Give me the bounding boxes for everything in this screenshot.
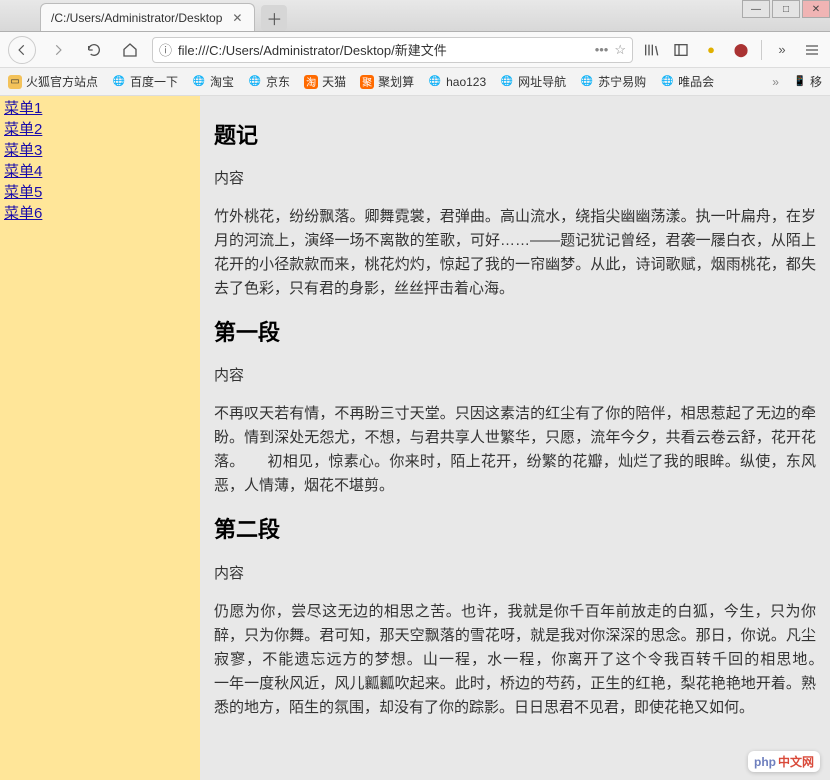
- bookmark-label: 京东: [266, 73, 290, 90]
- bookmarks-overflow-icon[interactable]: »: [772, 75, 779, 89]
- page-viewport: 菜单1 菜单2 菜单3 菜单4 菜单5 菜单6 题记 内容 竹外桃花，纷纷飘落。…: [0, 96, 830, 780]
- tab-title: /C:/Users/Administrator/Desktop: [51, 11, 222, 25]
- bookmark-item[interactable]: 🌐 唯品会: [660, 73, 714, 90]
- close-window-button[interactable]: ✕: [802, 0, 830, 18]
- overflow-icon[interactable]: »: [772, 40, 792, 60]
- bookmarks-bar: ▭ 火狐官方站点 🌐 百度一下 🌐 淘宝 🌐 京东 淘 天猫 聚 聚划算 🌐 h…: [0, 68, 830, 96]
- bookmark-item[interactable]: 🌐 京东: [248, 73, 290, 90]
- new-tab-button[interactable]: ＋: [261, 5, 287, 31]
- mobile-bookmarks-label: 移: [810, 73, 822, 90]
- url-text: file:///C:/Users/Administrator/Desktop/新…: [178, 40, 589, 59]
- toolbar-separator: [761, 40, 762, 60]
- mobile-icon: 📱: [793, 75, 807, 89]
- close-tab-icon[interactable]: ✕: [230, 11, 244, 25]
- bookmark-label: 火狐官方站点: [26, 73, 98, 90]
- library-icon[interactable]: [641, 40, 661, 60]
- section-sublabel: 内容: [214, 167, 816, 191]
- globe-icon: 🌐: [660, 75, 674, 89]
- back-button[interactable]: [8, 36, 36, 64]
- section-heading: 第一段: [214, 315, 816, 350]
- section-body: 仍愿为你，尝尽这无边的相思之苦。也许，我就是你千百年前放走的白狐，今生，只为你醉…: [214, 600, 816, 720]
- arrow-left-icon: [15, 43, 29, 57]
- url-bar[interactable]: ⓘ file:///C:/Users/Administrator/Desktop…: [152, 37, 633, 63]
- folder-icon: ▭: [8, 75, 22, 89]
- globe-icon: 🌐: [428, 75, 442, 89]
- bookmark-item[interactable]: 🌐 hao123: [428, 75, 486, 89]
- bookmark-item[interactable]: ▭ 火狐官方站点: [8, 73, 98, 90]
- window-titlebar: /C:/Users/Administrator/Desktop ✕ ＋ — □ …: [0, 0, 830, 32]
- forward-button[interactable]: [44, 36, 72, 64]
- bookmark-item[interactable]: 🌐 网址导航: [500, 73, 566, 90]
- menu-item-5[interactable]: 菜单5: [4, 182, 196, 203]
- bookmark-item[interactable]: 聚 聚划算: [360, 73, 414, 90]
- menu-item-2[interactable]: 菜单2: [4, 119, 196, 140]
- page-sidebar: 菜单1 菜单2 菜单3 菜单4 菜单5 菜单6: [0, 96, 200, 780]
- globe-icon: 🌐: [248, 75, 262, 89]
- arrow-right-icon: [51, 43, 65, 57]
- bookmark-item[interactable]: 淘 天猫: [304, 73, 346, 90]
- mobile-bookmarks[interactable]: 📱 移: [793, 73, 822, 90]
- bookmark-item[interactable]: 🌐 百度一下: [112, 73, 178, 90]
- minimize-button[interactable]: —: [742, 0, 770, 18]
- page-content[interactable]: 题记 内容 竹外桃花，纷纷飘落。卿舞霓裳，君弹曲。高山流水，绕指尖幽幽荡漾。执一…: [200, 96, 830, 780]
- watermark-cn: 中文网: [778, 753, 814, 770]
- menu-item-3[interactable]: 菜单3: [4, 140, 196, 161]
- section-sublabel: 内容: [214, 562, 816, 586]
- globe-icon: 🌐: [580, 75, 594, 89]
- bookmark-label: 网址导航: [518, 73, 566, 90]
- bookmark-star-icon[interactable]: ☆: [614, 42, 626, 58]
- window-controls: — □ ✕: [742, 0, 830, 18]
- maximize-button[interactable]: □: [772, 0, 800, 18]
- menu-item-4[interactable]: 菜单4: [4, 161, 196, 182]
- watermark-php: php: [754, 755, 776, 769]
- menu-item-6[interactable]: 菜单6: [4, 203, 196, 224]
- watermark-badge: php 中文网: [748, 751, 820, 772]
- site-icon: 淘: [304, 75, 318, 89]
- reload-icon: [86, 42, 102, 58]
- home-button[interactable]: [116, 36, 144, 64]
- home-icon: [122, 42, 138, 58]
- bookmark-label: 聚划算: [378, 73, 414, 90]
- section-heading: 第二段: [214, 512, 816, 547]
- bookmark-label: 百度一下: [130, 73, 178, 90]
- extension-icon-1[interactable]: ●: [701, 40, 721, 60]
- browser-tab[interactable]: /C:/Users/Administrator/Desktop ✕: [40, 3, 255, 31]
- site-icon: 聚: [360, 75, 374, 89]
- menu-icon[interactable]: [802, 40, 822, 60]
- bookmark-item[interactable]: 🌐 苏宁易购: [580, 73, 646, 90]
- extension-icon-2[interactable]: ⬤: [731, 40, 751, 60]
- section-sublabel: 内容: [214, 364, 816, 388]
- sidebar-toggle-icon[interactable]: [671, 40, 691, 60]
- section-heading: 题记: [214, 118, 816, 153]
- section-body: 不再叹天若有情，不再盼三寸天堂。只因这素洁的红尘有了你的陪伴，相思惹起了无边的牵…: [214, 402, 816, 498]
- navigation-toolbar: ⓘ file:///C:/Users/Administrator/Desktop…: [0, 32, 830, 68]
- globe-icon: 🌐: [192, 75, 206, 89]
- bookmark-label: hao123: [446, 75, 486, 89]
- globe-icon: 🌐: [500, 75, 514, 89]
- menu-item-1[interactable]: 菜单1: [4, 98, 196, 119]
- reload-button[interactable]: [80, 36, 108, 64]
- bookmark-label: 天猫: [322, 73, 346, 90]
- bookmark-item[interactable]: 🌐 淘宝: [192, 73, 234, 90]
- bookmark-label: 苏宁易购: [598, 73, 646, 90]
- toolbar-right: ● ⬤ »: [641, 40, 822, 60]
- info-icon[interactable]: ⓘ: [159, 40, 172, 59]
- bookmark-label: 唯品会: [678, 73, 714, 90]
- page-action-icon[interactable]: •••: [595, 42, 609, 57]
- bookmark-label: 淘宝: [210, 73, 234, 90]
- globe-icon: 🌐: [112, 75, 126, 89]
- section-body: 竹外桃花，纷纷飘落。卿舞霓裳，君弹曲。高山流水，绕指尖幽幽荡漾。执一叶扁舟，在岁…: [214, 205, 816, 301]
